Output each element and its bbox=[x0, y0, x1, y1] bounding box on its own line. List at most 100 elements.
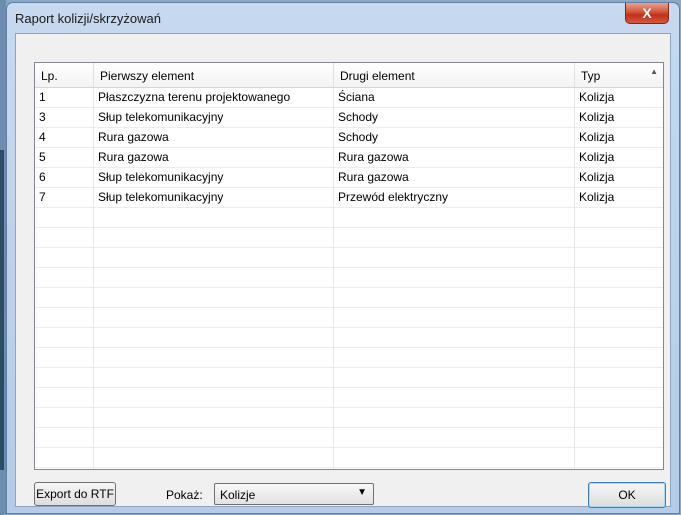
empty-row bbox=[35, 328, 663, 348]
empty-cell bbox=[94, 368, 334, 387]
empty-cell bbox=[35, 388, 94, 407]
empty-cell bbox=[35, 328, 94, 347]
empty-cell bbox=[35, 228, 94, 247]
background-edge-dark bbox=[0, 150, 4, 470]
empty-cell bbox=[94, 268, 334, 287]
empty-row bbox=[35, 308, 663, 328]
cell-second-element: Schody bbox=[334, 108, 575, 127]
empty-cell bbox=[575, 328, 663, 347]
list-header: Lp. Pierwszy element Drugi element Typ ▲ bbox=[35, 63, 663, 88]
cell-type: Kolizja bbox=[579, 170, 615, 184]
empty-cell bbox=[334, 348, 575, 367]
cell-second-element: Rura gazowa bbox=[334, 148, 575, 167]
empty-cell bbox=[35, 248, 94, 267]
list-rows: 1 Płaszczyzna terenu projektowanego Ściana… bbox=[35, 88, 663, 469]
empty-cell bbox=[94, 288, 334, 307]
empty-row bbox=[35, 348, 663, 368]
collision-list[interactable]: Lp. Pierwszy element Drugi element Typ ▲… bbox=[34, 62, 664, 470]
empty-cell bbox=[334, 468, 575, 469]
empty-cell bbox=[35, 408, 94, 427]
table-row[interactable]: 6 Słup telekomunikacyjny Rura gazowa Kolizj… bbox=[35, 168, 663, 188]
empty-cell bbox=[334, 248, 575, 267]
empty-cell bbox=[35, 368, 94, 387]
empty-cell bbox=[35, 288, 94, 307]
empty-cell bbox=[94, 448, 334, 467]
sort-up-icon: ▲ bbox=[650, 67, 658, 76]
empty-cell bbox=[35, 448, 94, 467]
empty-cell bbox=[334, 308, 575, 327]
ok-button[interactable]: OK bbox=[588, 482, 666, 508]
show-filter-select[interactable]: Kolizje ▼ bbox=[214, 483, 374, 505]
cell-first-element: Słup telekomunikacyjny bbox=[94, 168, 334, 187]
table-row[interactable]: 3 Słup telekomunikacyjny Schody Kolizja bbox=[35, 108, 663, 128]
empty-cell bbox=[94, 428, 334, 447]
cell-row-number: 6 bbox=[35, 168, 94, 187]
cell-second-element: Rura gazowa bbox=[334, 168, 575, 187]
empty-cell bbox=[575, 468, 663, 469]
empty-cell bbox=[35, 348, 94, 367]
empty-row bbox=[35, 288, 663, 308]
column-header-type[interactable]: Typ ▲ bbox=[575, 63, 663, 87]
cell-second-element: Przewód elektryczny bbox=[334, 188, 575, 207]
empty-cell bbox=[94, 388, 334, 407]
column-header-first-element[interactable]: Pierwszy element bbox=[94, 63, 334, 87]
empty-cell bbox=[575, 388, 663, 407]
empty-cell bbox=[35, 308, 94, 327]
cell-row-number: 7 bbox=[35, 188, 94, 207]
empty-cell bbox=[94, 468, 334, 469]
column-header-second-element[interactable]: Drugi element bbox=[334, 63, 575, 87]
cell-second-element: Schody bbox=[334, 128, 575, 147]
empty-cell bbox=[334, 368, 575, 387]
empty-cell bbox=[334, 288, 575, 307]
empty-cell bbox=[35, 268, 94, 287]
empty-row bbox=[35, 268, 663, 288]
cell-type: Kolizja bbox=[579, 130, 615, 144]
collision-report-dialog: Raport kolizji/skrzyżowań X Lp. Pierwszy… bbox=[6, 2, 680, 514]
empty-row bbox=[35, 208, 663, 228]
empty-row bbox=[35, 368, 663, 388]
empty-cell bbox=[35, 428, 94, 447]
empty-cell bbox=[575, 228, 663, 247]
window-title: Raport kolizji/skrzyżowań bbox=[15, 11, 161, 26]
table-row[interactable]: 7 Słup telekomunikacyjny Przewód elektrycz… bbox=[35, 188, 663, 208]
table-row[interactable]: 5 Rura gazowa Rura gazowa Kolizja bbox=[35, 148, 663, 168]
empty-row bbox=[35, 408, 663, 428]
table-row[interactable]: 1 Płaszczyzna terenu projektowanego Ściana… bbox=[35, 88, 663, 108]
empty-cell bbox=[94, 408, 334, 427]
empty-row bbox=[35, 228, 663, 248]
empty-cell bbox=[94, 328, 334, 347]
cell-row-number: 4 bbox=[35, 128, 94, 147]
cell-second-element: Ściana bbox=[334, 88, 575, 107]
empty-cell bbox=[575, 408, 663, 427]
empty-cell bbox=[94, 208, 334, 227]
cell-type: Kolizja bbox=[579, 90, 615, 104]
empty-cell bbox=[575, 308, 663, 327]
close-button[interactable]: X bbox=[625, 3, 669, 24]
column-header-number[interactable]: Lp. bbox=[35, 63, 94, 87]
empty-cell bbox=[94, 308, 334, 327]
dialog-body: Lp. Pierwszy element Drugi element Typ ▲… bbox=[15, 33, 671, 508]
empty-cell bbox=[35, 208, 94, 227]
empty-cell bbox=[334, 228, 575, 247]
show-label: Pokaż: bbox=[166, 488, 203, 502]
empty-cell bbox=[575, 428, 663, 447]
cell-first-element: Słup telekomunikacyjny bbox=[94, 188, 334, 207]
empty-row bbox=[35, 428, 663, 448]
close-icon: X bbox=[642, 5, 652, 21]
cell-type: Kolizja bbox=[579, 190, 615, 204]
cell-first-element: Rura gazowa bbox=[94, 128, 334, 147]
cell-type: Kolizja bbox=[579, 110, 615, 124]
export-rtf-button[interactable]: Export do RTF bbox=[34, 482, 116, 506]
chevron-down-icon: ▼ bbox=[357, 487, 367, 498]
empty-cell bbox=[334, 428, 575, 447]
empty-cell bbox=[334, 328, 575, 347]
empty-cell bbox=[575, 268, 663, 287]
cell-first-element: Słup telekomunikacyjny bbox=[94, 108, 334, 127]
empty-cell bbox=[575, 348, 663, 367]
table-row[interactable]: 4 Rura gazowa Schody Kolizja bbox=[35, 128, 663, 148]
show-filter-value: Kolizje bbox=[220, 488, 256, 502]
cell-row-number: 5 bbox=[35, 148, 94, 167]
column-header-type-label: Typ bbox=[581, 69, 601, 83]
empty-row bbox=[35, 248, 663, 268]
empty-cell bbox=[334, 408, 575, 427]
